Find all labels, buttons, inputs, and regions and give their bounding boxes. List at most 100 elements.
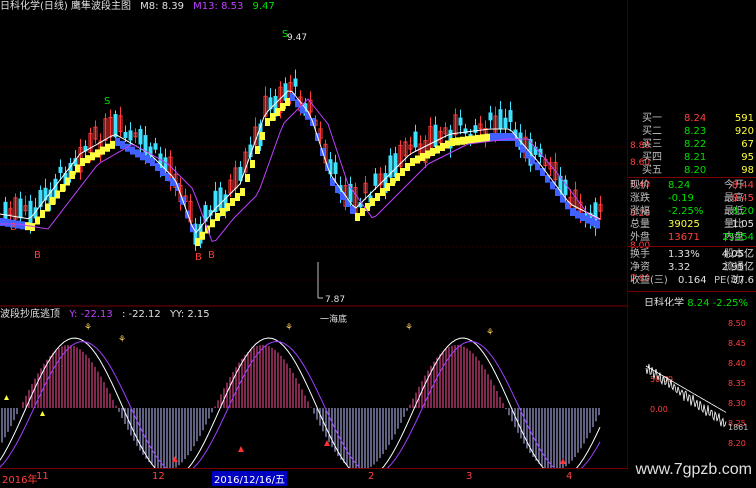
red-triangle [238,446,244,452]
sell-marker: S [104,96,110,107]
candle-body [433,124,438,148]
trend-band-block [40,210,45,218]
stat-row: 现价 8.24 今开 8.44 [630,180,754,191]
red-triangle [560,458,566,464]
trend-band-block [395,173,400,181]
trend-band-block [385,183,390,191]
stat-row: 涨幅 -2.25% 最低 8.20 [630,206,754,217]
candle-body [218,187,223,211]
candle-body [153,143,158,150]
yellow-triangle [4,395,9,400]
trend-band-block [160,168,165,176]
trend-band-block [165,173,170,181]
buy-marker: B [208,250,215,261]
trend-band-block [75,164,80,173]
trend-band-block [475,134,480,143]
trend-band-block [150,158,155,166]
candle-body [3,201,8,220]
trend-band-block [105,143,110,152]
top-marker: ⚘ [486,328,494,338]
candle-body [508,110,513,123]
trend-band-block [190,224,195,233]
yellow-triangle [40,411,45,416]
bid-row[interactable]: 买四 8.21 95 [628,151,756,164]
trend-band-block [505,133,510,141]
cursor-date-label[interactable]: 2016/12/16/五 [212,471,288,486]
bid-row[interactable]: 买二 8.23 920 [628,125,756,138]
trend-band-block [365,203,370,211]
intraday-minichart[interactable]: 8.508.458.408.358.308.258.2050.000.00186… [628,306,756,468]
trend-band-block [210,219,215,228]
trend-band-block [455,137,460,146]
trend-band-block [285,98,290,106]
stat-row: 涨跌 -0.19 最高 8.45 [630,193,754,204]
date-label: 4 [566,471,573,482]
trend-band-block [470,135,475,144]
trend-band-block [355,213,360,221]
trend-band-block [110,140,115,149]
sub-title: 波段抄底逃顶 [0,309,60,320]
bid-list: 买一 8.24 591 买二 8.23 920 买三 8.22 67 买四 8.21 95 买五… [628,112,756,177]
candle-body [498,109,503,130]
sub-chart-header: 波段抄底逃顶 Y: -22.13 : -22.12 YY: 2.15 [0,308,216,322]
trend-band-block [70,171,75,179]
candle-body [113,114,118,138]
trend-band-block [375,193,380,201]
trend-band-block [120,140,125,149]
trend-band-block [235,193,240,201]
minichart-tick: 8.50 [728,319,746,328]
trend-band-block [595,220,600,229]
trend-band-block [305,111,310,120]
low-text-label: 一海底 [320,313,347,325]
candle-body [123,131,128,139]
trend-band-block [155,163,160,171]
trend-band-block [485,133,490,142]
bid-row[interactable]: 买五 8.20 98 [628,164,756,177]
trend-band-block [575,210,580,219]
trend-band-block [450,138,455,146]
buy-marker: B [195,252,202,263]
minichart-tick: 8.35 [728,379,746,388]
trend-band-block [435,145,440,154]
quote-stats: 现价 8.24 今开 8.44 涨跌 -0.19 最高 8.45 涨幅 -2.25% 最低 8.2… [628,179,756,244]
quote-separator [628,291,756,292]
trend-band-block [415,155,420,164]
trend-band-block [370,198,375,206]
trend-band-block [255,146,260,154]
trend-band-block [460,136,465,145]
trend-band-block [140,152,145,161]
candle-body [128,130,133,141]
date-label: 2 [368,471,375,482]
candle-body [58,166,63,173]
buy-marker: B [34,250,41,261]
candle-body [18,198,23,219]
trend-band-block [490,133,495,141]
minichart-tick: 8.30 [728,399,746,408]
candle-body [488,112,493,121]
minichart-tick: 8.20 [728,439,746,448]
candle-body [503,117,508,129]
trend-band-block [405,163,410,171]
trend-band-block [360,208,365,216]
trend-band-block [0,218,5,226]
bid-row[interactable]: 买三 8.22 67 [628,138,756,151]
stat-row: 换手 1.33% 股本 4.05亿 [630,249,754,260]
trend-band-block [380,188,385,196]
trend-band-block [580,213,585,221]
trend-band-block [430,148,435,156]
trend-band-block [55,190,60,199]
trend-band-block [115,138,120,146]
trend-band-block [220,208,225,216]
kline-chart[interactable]: ⚘⚘⚘ ⚘ ⚘ SSBB B B 9.47 7.87 一海底 [0,0,628,468]
bid-row[interactable]: 买一 8.24 591 [628,112,756,125]
trend-band-block [570,208,575,216]
stat-row: 外盘 13671 内盘 25354 [630,232,754,243]
trend-band-block [265,118,270,126]
m13-label: M13: 8.53 [193,1,244,12]
trend-band-block [420,153,425,161]
trend-band-block [230,198,235,206]
trend-band-block [60,184,65,192]
top-marker: ⚘ [405,323,413,333]
candle-body [373,173,378,186]
trend-band-block [590,218,595,226]
